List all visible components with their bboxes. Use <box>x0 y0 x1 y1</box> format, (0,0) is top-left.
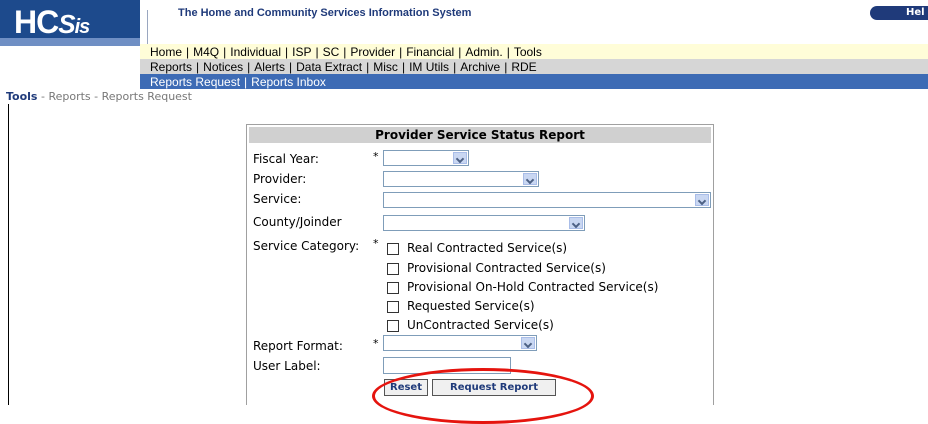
tools-nav: Reports Request | Reports Inbox <box>140 74 928 89</box>
service-category-label: Service Category: <box>253 239 360 253</box>
nav-separator: | <box>247 60 251 74</box>
county-label: County/Joinder <box>253 215 342 229</box>
nav-separator: | <box>458 45 462 59</box>
nav-sub-alerts[interactable]: Alerts <box>254 60 285 74</box>
hcsis-logo: HCSis <box>0 0 140 46</box>
report-format-required: * <box>373 337 379 350</box>
header-divider <box>147 10 148 44</box>
category-checkbox-onhold[interactable] <box>387 282 399 294</box>
nav-separator: | <box>244 75 248 89</box>
breadcrumb-tools-link[interactable]: Tools <box>6 90 37 103</box>
nav-separator: | <box>453 60 457 74</box>
nav-tools-reports-request[interactable]: Reports Request <box>150 75 240 89</box>
chevron-down-icon <box>453 152 467 164</box>
category-checkbox-real[interactable] <box>387 243 399 255</box>
nav-sub-archive[interactable]: Archive <box>460 60 500 74</box>
fiscal-year-label: Fiscal Year: <box>253 152 319 166</box>
category-label-uncontracted: UnContracted Service(s) <box>407 318 554 332</box>
sub-nav: Reports | Notices | Alerts | Data Extract | Misc… <box>140 59 928 74</box>
report-form: Provider Service Status Report Fiscal Ye… <box>246 124 714 405</box>
nav-separator: | <box>506 45 510 59</box>
system-title: The Home and Community Services Informat… <box>178 7 472 19</box>
breadcrumb: Tools - Reports - Reports Request <box>6 90 192 103</box>
category-checkbox-uncontracted[interactable] <box>387 320 399 332</box>
chevron-down-icon <box>569 217 583 229</box>
nav-separator: | <box>399 45 403 59</box>
category-checkbox-provisional[interactable] <box>387 263 399 275</box>
service-label: Service: <box>253 192 302 206</box>
nav-main-provider[interactable]: Provider <box>350 45 395 59</box>
service-select[interactable] <box>383 192 711 208</box>
form-title: Provider Service Status Report <box>249 127 711 143</box>
category-label-requested: Requested Service(s) <box>407 299 535 313</box>
chevron-down-icon <box>523 173 537 185</box>
nav-separator: | <box>343 45 347 59</box>
nav-separator: | <box>366 60 370 74</box>
annotation-ellipse <box>372 368 594 424</box>
provider-label: Provider: <box>253 172 307 186</box>
logo-swoosh <box>0 38 140 46</box>
nav-separator: | <box>284 45 289 59</box>
breadcrumb-rest: - Reports - Reports Request <box>37 90 192 103</box>
nav-separator: | <box>196 60 200 74</box>
report-format-label: Report Format: <box>253 339 343 353</box>
nav-main-financial[interactable]: Financial <box>406 45 454 59</box>
nav-sub-reports[interactable]: Reports <box>150 60 192 74</box>
nav-separator: | <box>223 45 227 59</box>
nav-sub-im-utils[interactable]: IM Utils <box>409 60 449 74</box>
nav-sub-rde[interactable]: RDE <box>511 60 536 74</box>
chevron-down-icon <box>521 337 535 349</box>
fiscal-year-required: * <box>373 150 379 163</box>
report-format-select[interactable] <box>383 335 537 351</box>
chevron-down-icon <box>695 194 709 206</box>
main-nav: Home | M4Q | Individual | ISP | SC | Provider | Fina… <box>140 44 928 59</box>
nav-separator: | <box>186 45 190 59</box>
nav-separator: | <box>315 45 319 59</box>
nav-main-isp[interactable]: ISP <box>292 45 311 59</box>
help-tab[interactable]: Hel <box>870 6 928 20</box>
nav-separator: | <box>504 60 508 74</box>
category-label-provisional: Provisional Contracted Service(s) <box>407 261 606 275</box>
nav-main-sc[interactable]: SC <box>323 45 340 59</box>
nav-main-tools[interactable]: Tools <box>514 45 542 59</box>
nav-tools-reports-inbox[interactable]: Reports Inbox <box>251 75 326 89</box>
fiscal-year-select[interactable] <box>383 150 469 166</box>
service-category-required: * <box>373 237 379 250</box>
left-border <box>8 104 9 405</box>
nav-sub-misc[interactable]: Misc <box>373 60 398 74</box>
nav-sub-data-extract[interactable]: Data Extract <box>296 60 362 74</box>
county-select[interactable] <box>383 215 585 231</box>
category-label-real: Real Contracted Service(s) <box>407 241 568 255</box>
nav-main-admin[interactable]: Admin. <box>465 45 502 59</box>
nav-separator: | <box>401 60 406 74</box>
provider-select[interactable] <box>383 171 539 187</box>
nav-sub-notices[interactable]: Notices <box>203 60 243 74</box>
user-label-label: User Label: <box>253 359 321 373</box>
category-label-onhold: Provisional On-Hold Contracted Service(s… <box>407 280 659 294</box>
nav-main-individual[interactable]: Individual <box>230 45 281 59</box>
nav-main-home[interactable]: Home <box>150 45 182 59</box>
nav-main-m4q[interactable]: M4Q <box>193 45 219 59</box>
nav-left-spacer <box>0 46 140 89</box>
logo-text: HCSis <box>14 4 90 40</box>
category-checkbox-requested[interactable] <box>387 301 399 313</box>
nav-separator: | <box>288 60 293 74</box>
